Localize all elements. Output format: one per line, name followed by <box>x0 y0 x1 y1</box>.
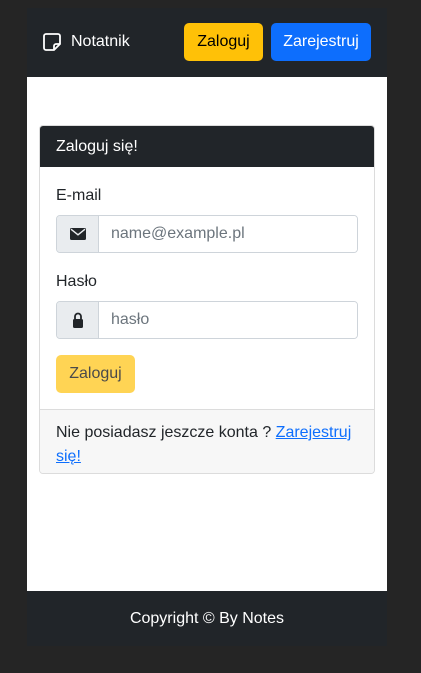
nav-login-button[interactable]: Zaloguj <box>184 23 263 61</box>
brand-link[interactable]: Notatnik <box>42 32 130 52</box>
app-container: Notatnik Zaloguj Zarejestruj Zaloguj się… <box>27 8 387 646</box>
note-icon <box>42 32 62 52</box>
lock-icon <box>57 302 99 338</box>
email-field[interactable] <box>99 216 357 252</box>
navbar: Notatnik Zaloguj Zarejestruj <box>27 8 387 77</box>
password-field[interactable] <box>99 302 357 338</box>
password-input-group <box>56 301 358 339</box>
no-account-text: Nie posiadasz jeszcze konta ? <box>56 424 276 441</box>
email-input-group <box>56 215 358 253</box>
login-card-title: Zaloguj się! <box>40 126 374 167</box>
password-label: Hasło <box>56 273 97 290</box>
nav-register-button[interactable]: Zarejestruj <box>271 23 371 61</box>
login-submit-button[interactable]: Zaloguj <box>56 355 135 393</box>
login-card: Zaloguj się! E-mail Hasło Zaloguj <box>39 125 375 474</box>
email-label: E-mail <box>56 187 102 204</box>
login-card-footer: Nie posiadasz jeszcze konta ? Zarejestru… <box>40 409 374 473</box>
brand-label: Notatnik <box>71 33 130 50</box>
page-footer: Copyright © By Notes <box>27 591 387 646</box>
envelope-icon <box>57 216 99 252</box>
copyright-text: Copyright © By Notes <box>129 609 285 627</box>
